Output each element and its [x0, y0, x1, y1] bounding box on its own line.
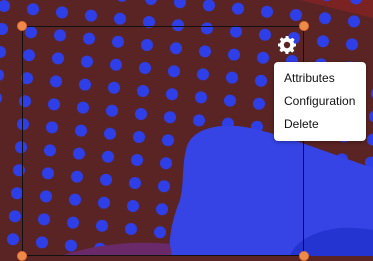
- menu-item-delete[interactable]: Delete: [274, 113, 366, 136]
- pattern-dot: [162, 134, 174, 146]
- pattern-dot: [52, 52, 64, 64]
- resize-handle-bottom-right[interactable]: [299, 251, 309, 261]
- pattern-dot: [83, 33, 95, 45]
- pattern-dot: [102, 151, 114, 163]
- pattern-dot: [50, 75, 62, 87]
- pattern-dot: [11, 187, 23, 199]
- pattern-dot: [158, 180, 170, 192]
- pattern-dot: [317, 35, 329, 47]
- pattern-dot: [255, 75, 267, 87]
- pattern-dot: [172, 19, 184, 31]
- pattern-dot: [253, 98, 265, 110]
- pattern-dot: [170, 42, 182, 54]
- resize-handle-top-left[interactable]: [17, 21, 27, 31]
- pattern-dot: [232, 3, 244, 15]
- pattern-dot: [100, 174, 112, 186]
- pattern-dot: [290, 9, 302, 21]
- context-menu: Attributes Configuration Delete: [274, 62, 366, 141]
- pattern-dot: [36, 236, 48, 248]
- pattern-dot: [131, 154, 143, 166]
- pattern-dot: [81, 56, 93, 68]
- pattern-dot: [46, 121, 58, 133]
- pattern-dot: [228, 49, 240, 61]
- pattern-dot: [98, 197, 110, 209]
- pattern-dot: [143, 16, 155, 28]
- pattern-dot: [141, 39, 153, 51]
- pattern-dot: [156, 203, 168, 215]
- pattern-dot: [7, 233, 19, 245]
- pattern-dot: [224, 95, 236, 107]
- pattern-dot: [259, 29, 271, 41]
- pattern-dot: [166, 88, 178, 100]
- pattern-dot: [348, 15, 360, 27]
- pattern-dot: [114, 13, 126, 25]
- pattern-dot: [168, 65, 180, 77]
- pattern-dot: [261, 6, 273, 18]
- pattern-dot: [65, 240, 77, 252]
- pattern-dot: [201, 22, 213, 34]
- pattern-dot: [40, 190, 52, 202]
- pattern-dot: [15, 141, 27, 153]
- pattern-dot: [164, 111, 176, 123]
- menu-item-attributes[interactable]: Attributes: [274, 67, 366, 90]
- pattern-dot: [73, 148, 85, 160]
- pattern-dot: [112, 36, 124, 48]
- pattern-dot: [319, 12, 331, 24]
- pattern-dot: [230, 26, 242, 38]
- pattern-dot: [106, 105, 118, 117]
- pattern-dot: [44, 144, 56, 156]
- pattern-dot: [127, 200, 139, 212]
- pattern-dot: [9, 210, 21, 222]
- pattern-dot: [75, 125, 87, 137]
- pattern-dot: [48, 98, 60, 110]
- resize-handle-bottom-left[interactable]: [17, 251, 27, 261]
- resize-handle-top-right[interactable]: [299, 21, 309, 31]
- pattern-dot: [129, 177, 141, 189]
- pattern-dot: [346, 38, 358, 50]
- pattern-dot: [27, 3, 39, 15]
- pattern-dot: [67, 217, 79, 229]
- pattern-dot: [197, 68, 209, 80]
- pattern-dot: [13, 164, 25, 176]
- pattern-dot: [154, 226, 166, 238]
- pattern-dot: [104, 128, 116, 140]
- pattern-dot: [135, 108, 147, 120]
- pattern-dot: [195, 91, 207, 103]
- pattern-dot: [23, 49, 35, 61]
- pattern-dot: [71, 171, 83, 183]
- pattern-dot: [110, 59, 122, 71]
- pattern-dot: [96, 220, 108, 232]
- pattern-dot: [199, 45, 211, 57]
- pattern-dot: [108, 82, 120, 94]
- pattern-dot: [226, 72, 238, 84]
- pattern-dot: [139, 62, 151, 74]
- pattern-dot: [160, 157, 172, 169]
- pattern-dot: [17, 118, 29, 130]
- pattern-dot: [133, 131, 145, 143]
- pattern-dot: [257, 52, 269, 64]
- pattern-dot: [137, 85, 149, 97]
- pattern-dot: [19, 95, 31, 107]
- pattern-dot: [42, 167, 54, 179]
- pattern-dot: [77, 102, 89, 114]
- pattern-dot: [21, 72, 33, 84]
- gear-icon: [277, 35, 297, 55]
- pattern-dot: [25, 26, 37, 38]
- settings-button[interactable]: [277, 35, 297, 55]
- pattern-dot: [54, 29, 66, 41]
- menu-item-configuration[interactable]: Configuration: [274, 90, 366, 113]
- pattern-dot: [79, 79, 91, 91]
- pattern-dot: [38, 213, 50, 225]
- pattern-dot: [193, 114, 205, 126]
- pattern-dot: [69, 194, 81, 206]
- pattern-dot: [85, 10, 97, 22]
- pattern-dot: [56, 6, 68, 18]
- pattern-dot: [125, 223, 137, 235]
